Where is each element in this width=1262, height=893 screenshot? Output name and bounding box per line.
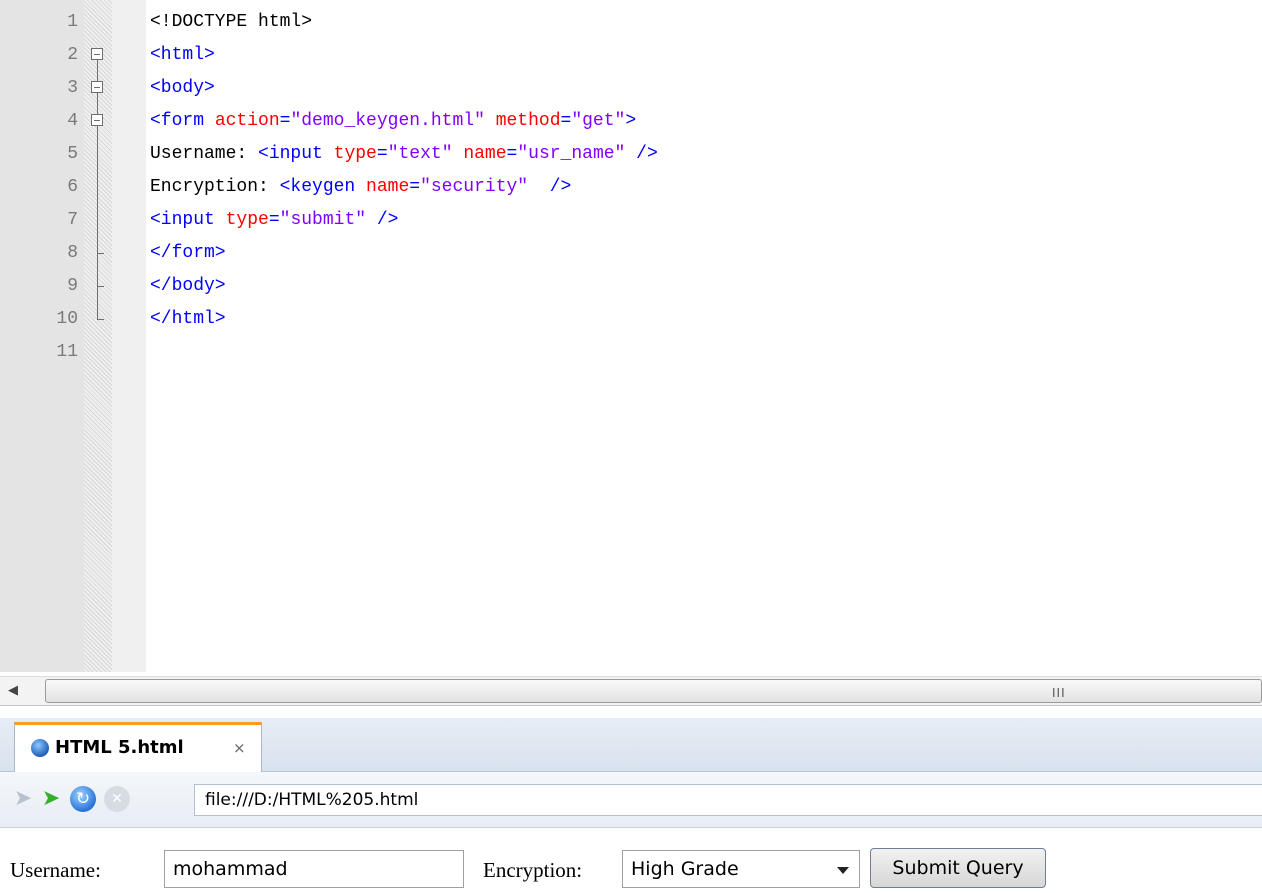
line-number: 5 — [67, 144, 78, 164]
tab-close-icon[interactable]: × — [233, 739, 246, 757]
username-value: mohammad — [173, 858, 288, 880]
encryption-label: Encryption: — [483, 858, 583, 882]
code-text: <input type="submit" /> — [150, 210, 399, 230]
code-line[interactable]: 1 <!DOCTYPE html> — [0, 6, 1262, 39]
scrollbar-thumb[interactable]: III — [45, 679, 1262, 703]
username-label: Username: — [10, 858, 101, 882]
code-line[interactable]: 9 </body> — [0, 270, 1262, 303]
line-number: 2 — [67, 45, 78, 65]
line-number: 8 — [67, 243, 78, 263]
url-text: file:///D:/HTML%205.html — [205, 790, 419, 810]
navigation-bar: ➤ ➤ ↻ ✕ file:///D:/HTML%205.html — [0, 772, 1262, 828]
code-text: <html> — [150, 45, 215, 65]
fold-collapse-icon[interactable] — [86, 105, 112, 138]
code-line[interactable]: 2 <html> — [0, 39, 1262, 72]
address-bar[interactable]: file:///D:/HTML%205.html — [194, 784, 1262, 816]
fold-guide — [86, 171, 112, 204]
code-text: </html> — [150, 309, 226, 329]
line-number: 1 — [67, 12, 78, 32]
code-text: Encryption: <keygen name="security" /> — [150, 177, 572, 197]
line-number: 7 — [67, 210, 78, 230]
stop-icon[interactable]: ✕ — [104, 786, 130, 812]
code-line[interactable]: 11 — [0, 336, 1262, 369]
fold-guide — [86, 138, 112, 171]
tab-html5[interactable]: HTML 5.html × — [14, 722, 262, 772]
rendered-form: Username: mohammad Encryption: High Grad… — [0, 846, 1262, 893]
username-input[interactable]: mohammad — [164, 850, 464, 888]
encryption-select[interactable]: High Grade — [622, 850, 860, 888]
submit-query-button[interactable]: Submit Query — [870, 848, 1046, 888]
line-number: 4 — [67, 111, 78, 131]
code-text: <body> — [150, 78, 215, 98]
code-line[interactable]: 3 <body> — [0, 72, 1262, 105]
fold-guide — [86, 204, 112, 237]
browser-window: HTML 5.html × ➤ ➤ ↻ ✕ file:///D:/HTML%20… — [0, 718, 1262, 893]
code-text: </form> — [150, 243, 226, 263]
line-number: 6 — [67, 177, 78, 197]
line-number: 10 — [56, 309, 78, 329]
code-line[interactable]: 4 <form action="demo_keygen.html" method=… — [0, 105, 1262, 138]
code-line[interactable]: 7 <input type="submit" /> — [0, 204, 1262, 237]
code-text: <form action="demo_keygen.html" method="… — [150, 111, 637, 131]
encryption-value: High Grade — [631, 858, 739, 880]
code-text: </body> — [150, 276, 226, 296]
scrollbar-grip: III — [1052, 686, 1066, 700]
code-editor[interactable]: 1 <!DOCTYPE html> 2 <html> 3 <body> 4 <form act… — [0, 0, 1262, 672]
tab-title: HTML 5.html — [55, 737, 184, 758]
code-text: Username: <input type="text" name="usr_n… — [150, 144, 658, 164]
code-line[interactable]: 6 Encryption: <keygen name="security" /> — [0, 171, 1262, 204]
line-number: 3 — [67, 78, 78, 98]
scroll-left-icon[interactable]: ◀ — [8, 681, 32, 701]
reload-icon[interactable]: ↻ — [70, 786, 96, 812]
fold-guide — [86, 270, 112, 303]
fold-guide — [86, 303, 112, 336]
fold-guide — [86, 237, 112, 270]
code-line[interactable]: 8 </form> — [0, 237, 1262, 270]
chevron-down-icon — [837, 867, 849, 874]
forward-arrow-icon[interactable]: ➤ — [38, 786, 64, 812]
line-number: 11 — [56, 342, 78, 362]
fold-collapse-icon[interactable] — [86, 39, 112, 72]
line-number: 9 — [67, 276, 78, 296]
code-line[interactable]: 5 Username: <input type="text" name="usr_… — [0, 138, 1262, 171]
code-text: <!DOCTYPE html> — [150, 12, 313, 32]
code-line[interactable]: 10 </html> — [0, 303, 1262, 336]
back-arrow-icon[interactable]: ➤ — [10, 786, 36, 812]
globe-icon — [31, 739, 49, 757]
fold-collapse-icon[interactable] — [86, 72, 112, 105]
horizontal-scrollbar[interactable]: ◀ III — [0, 676, 1262, 706]
tab-bar: HTML 5.html × — [0, 718, 1262, 772]
